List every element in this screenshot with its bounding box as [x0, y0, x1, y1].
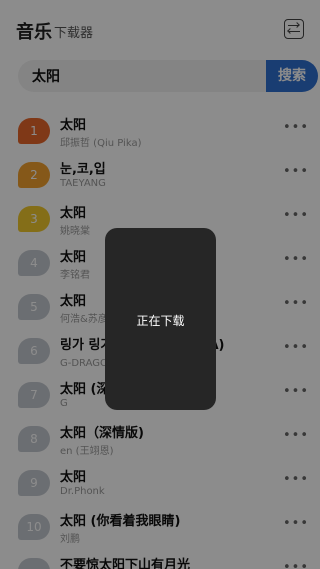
- download-toast: 正在下载: [105, 228, 216, 410]
- app-screen: 音乐 下载器 搜索 1太阳邱振哲 (Qiu Pika)•••2눈,코,입TAEY…: [0, 0, 320, 569]
- toast-text: 正在下载: [136, 314, 185, 328]
